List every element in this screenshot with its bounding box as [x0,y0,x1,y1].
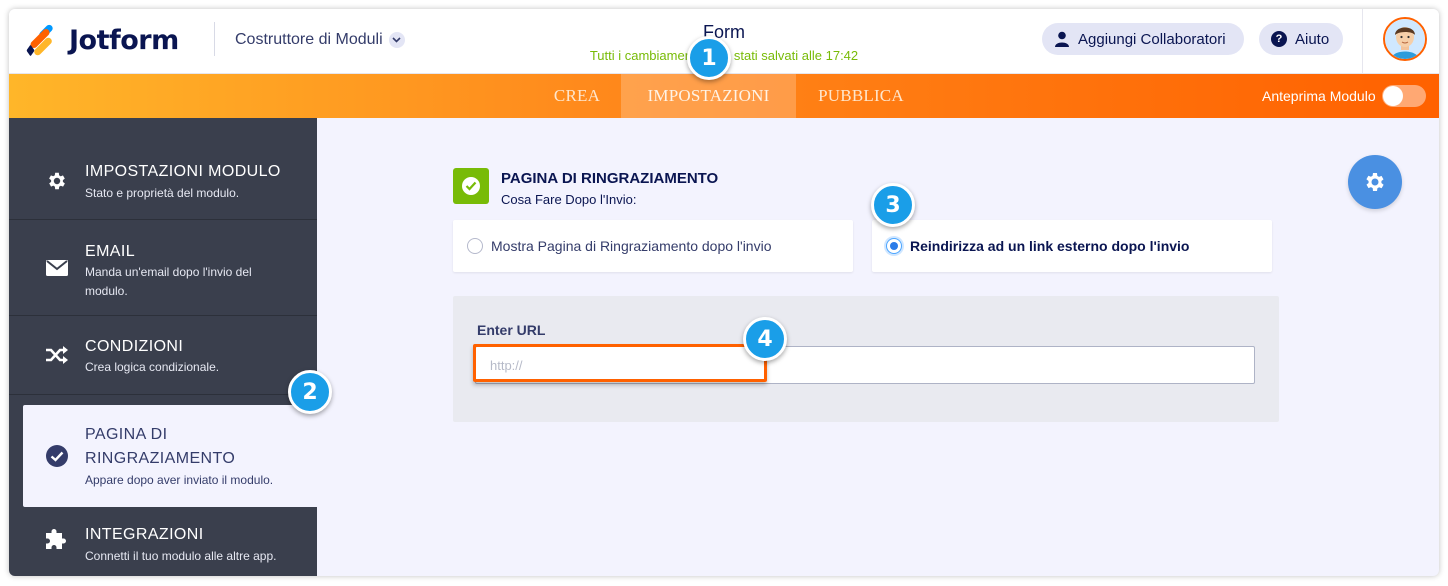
section-subtitle: Cosa Fare Dopo l'Invio: [501,192,637,207]
user-icon [1054,31,1070,47]
tab-impostazioni[interactable]: IMPOSTAZIONI [621,74,796,118]
sidebar-item-desc: Connetti il tuo modulo alle altre app. [85,549,277,563]
main-nav-bar: CREA IMPOSTAZIONI PUBBLICA Anteprima Mod… [9,74,1439,118]
sidebar-item-desc: Stato e proprietà del modulo. [85,186,240,200]
avatar[interactable] [1383,17,1427,61]
sidebar-item-pagina-di-ringraziamento[interactable]: PAGINA DI RINGRAZIAMENTO Appare dopo ave… [23,405,317,507]
settings-content: PAGINA DI RINGRAZIAMENTO Cosa Fare Dopo … [317,118,1439,576]
gear-icon [45,169,69,193]
envelope-icon [45,256,69,280]
step-marker-3: 3 [871,183,915,227]
app-window: Jotform Costruttore di Moduli Form Tutti… [9,9,1439,576]
add-collaborators-button[interactable]: Aggiungi Collaboratori [1042,23,1244,55]
preview-toggle[interactable] [1381,85,1426,107]
sidebar-item-integrazioni[interactable]: INTEGRAZIONI Connetti il tuo modulo alle… [9,507,317,576]
shuffle-icon [45,343,69,367]
help-button[interactable]: ? Aiuto [1259,23,1343,55]
section-check-icon [453,168,489,204]
step-marker-2: 2 [288,370,332,414]
preview-toggle-group: Anteprima Modulo [1262,74,1426,118]
add-collaborators-label: Aggiungi Collaboratori [1078,30,1226,48]
help-label: Aiuto [1295,30,1330,48]
settings-sidebar: IMPOSTAZIONI MODULO Stato e proprietà de… [9,118,317,576]
tab-pubblica[interactable]: PUBBLICA [796,74,926,118]
radio-show-thankyou[interactable] [467,238,483,254]
sidebar-item-title: EMAIL [85,243,136,260]
radio-redirect[interactable] [886,238,902,254]
gear-icon [1366,173,1384,191]
step-marker-1: 1 [687,36,731,80]
header-divider-right [1362,9,1363,74]
url-label: Enter URL [477,322,546,338]
sidebar-item-desc: Manda un'email dopo l'invio del modulo. [85,265,252,298]
option-label: Reindirizza ad un link esterno dopo l'in… [910,238,1190,254]
settings-gear-button[interactable] [1348,155,1402,209]
sidebar-item-desc: Crea logica condizionale. [85,360,220,374]
step-marker-4: 4 [743,317,787,361]
tab-crea[interactable]: CREA [533,74,621,118]
sidebar-item-title: IMPOSTAZIONI MODULO [85,163,281,180]
sidebar-item-desc: Appare dopo aver inviato il modulo. [85,473,274,487]
url-input[interactable] [475,346,1255,384]
sidebar-item-title: PAGINA DI RINGRAZIAMENTO [85,426,236,467]
sidebar-item-impostazioni-modulo[interactable]: IMPOSTAZIONI MODULO Stato e proprietà de… [9,118,317,220]
section-title: PAGINA DI RINGRAZIAMENTO [501,170,719,187]
option-label: Mostra Pagina di Ringraziamento dopo l'i… [491,238,772,254]
check-circle-icon [45,444,69,468]
sidebar-item-title: CONDIZIONI [85,338,184,355]
puzzle-icon [45,527,69,551]
sidebar-item-email[interactable]: EMAIL Manda un'email dopo l'invio del mo… [9,220,317,316]
preview-label: Anteprima Modulo [1262,88,1376,104]
sidebar-item-condizioni[interactable]: CONDIZIONI Crea logica condizionale. [9,316,317,395]
option-show-thankyou-page[interactable]: Mostra Pagina di Ringraziamento dopo l'i… [453,220,853,272]
sidebar-item-title: INTEGRAZIONI [85,526,204,543]
url-panel: Enter URL [453,296,1279,422]
option-redirect-external-link[interactable]: Reindirizza ad un link esterno dopo l'in… [872,220,1272,272]
question-icon: ? [1271,31,1287,47]
toggle-knob [1382,86,1403,106]
